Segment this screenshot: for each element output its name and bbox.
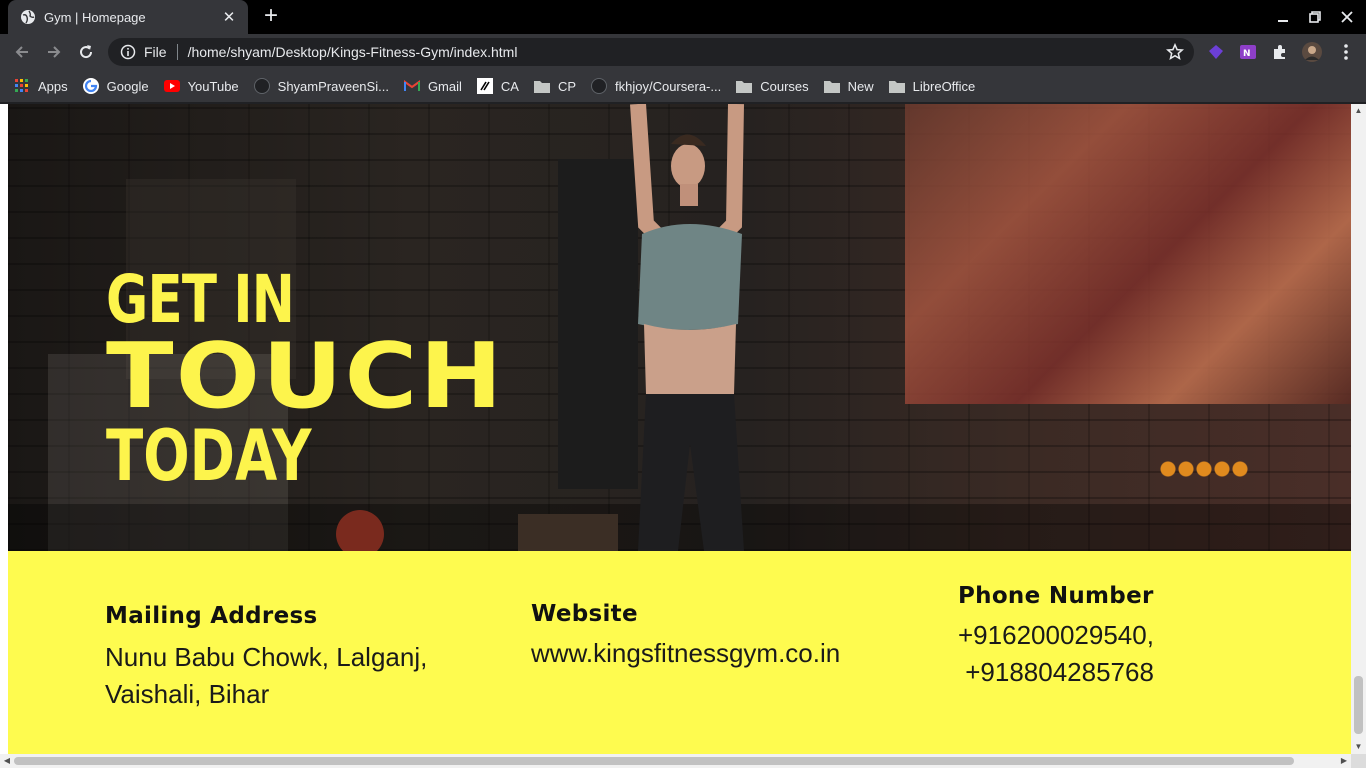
bookmark-label: Gmail — [427, 78, 462, 94]
bookmark-gmail[interactable]: Gmail — [403, 78, 462, 94]
website-link[interactable]: www.kingsfitnessgym.co.in — [531, 635, 840, 672]
hero-banner: GET IN TOUCH TODAY — [8, 104, 1351, 551]
browser-toolbar: File /home/shyam/Desktop/Kings-Fitness-G… — [0, 34, 1366, 70]
svg-text:N: N — [1243, 49, 1251, 59]
scroll-right-arrow-icon[interactable]: ▶ — [1337, 754, 1351, 768]
headline-line-3: TODAY — [106, 415, 312, 497]
horizontal-scroll-thumb[interactable] — [14, 757, 1294, 765]
bookmark-new[interactable]: New — [823, 78, 874, 94]
page-viewport: GET IN TOUCH TODAY Mailing Address Nunu … — [0, 104, 1351, 754]
bookmark-label: CP — [557, 78, 577, 94]
info-icon[interactable] — [120, 44, 136, 60]
onenote-icon[interactable]: N — [1238, 42, 1258, 62]
url-scheme-label: File — [144, 44, 167, 60]
bookmark-label: LibreOffice — [912, 78, 976, 94]
bookmark-courses[interactable]: Courses — [736, 78, 809, 94]
bookmark-ca[interactable]: CA — [476, 78, 519, 94]
kebab-menu-icon[interactable] — [1336, 42, 1356, 62]
forward-button[interactable] — [40, 38, 68, 66]
tab-gym-homepage[interactable]: Gym | Homepage ✕ — [8, 0, 248, 34]
bookmark-label: Courses — [760, 78, 809, 94]
bookmark-github-profile[interactable]: ShyamPraveenSi... — [253, 78, 389, 94]
bookmarks-bar: Apps Google YouTube ShyamPraveenSi... Gm… — [0, 70, 1366, 102]
website-block: Website www.kingsfitnessgym.co.in — [531, 601, 840, 672]
youtube-icon — [163, 78, 180, 94]
gmail-icon — [403, 78, 420, 94]
vertical-scroll-thumb[interactable] — [1354, 676, 1363, 734]
google-icon — [82, 78, 99, 94]
arrow-right-icon — [48, 46, 61, 58]
scroll-left-arrow-icon[interactable]: ◀ — [0, 754, 14, 768]
close-window-button[interactable] — [1331, 0, 1363, 34]
reload-button[interactable] — [72, 38, 100, 66]
hero-headline: GET IN TOUCH TODAY — [106, 264, 502, 497]
ca-icon — [476, 78, 493, 94]
new-tab-button[interactable]: + — [258, 4, 284, 30]
url-text[interactable]: /home/shyam/Desktop/Kings-Fitness-Gym/in… — [188, 44, 518, 60]
oranges-in-bowl — [1158, 459, 1248, 479]
restore-button[interactable] — [1299, 0, 1331, 34]
bookmark-apps[interactable]: Apps — [14, 78, 68, 94]
bookmark-label: Apps — [38, 78, 68, 94]
plyo-box — [518, 514, 618, 551]
contact-section: Mailing Address Nunu Babu Chowk, Lalganj… — [8, 551, 1351, 754]
bookmark-cp[interactable]: CP — [533, 78, 577, 94]
tab-title: Gym | Homepage — [44, 9, 146, 25]
scrollbar-corner — [1351, 754, 1366, 768]
vertical-scrollbar[interactable]: ▲ ▼ — [1351, 104, 1366, 754]
athlete-figure — [630, 104, 744, 551]
bookmark-label: fkhjoy/Coursera-... — [615, 78, 722, 94]
folder-icon — [533, 78, 550, 94]
bookmark-label: ShyamPraveenSi... — [277, 78, 389, 94]
bookmark-label: New — [847, 78, 874, 94]
headline-line-2: TOUCH — [106, 324, 505, 429]
puzzle-extensions-icon[interactable] — [1270, 42, 1290, 62]
mailing-address-line-2: Vaishali, Bihar — [105, 679, 270, 709]
arrow-left-icon — [15, 46, 28, 58]
medicine-ball — [336, 510, 384, 551]
horizontal-scrollbar[interactable]: ◀ ▶ — [0, 754, 1351, 768]
bookmark-label: CA — [500, 78, 519, 94]
address-bar[interactable]: File /home/shyam/Desktop/Kings-Fitness-G… — [108, 38, 1194, 66]
mailing-address-heading: Mailing Address — [105, 603, 318, 629]
poster-wall — [905, 104, 1351, 404]
bookmark-coursera[interactable]: fkhjoy/Coursera-... — [591, 78, 721, 94]
github-icon — [253, 78, 270, 94]
address-divider — [176, 44, 178, 60]
tab-close-icon[interactable]: ✕ — [220, 8, 238, 26]
mailing-address-block: Mailing Address Nunu Babu Chowk, Lalganj… — [105, 603, 427, 713]
phone-number-heading: Phone Number — [958, 583, 1154, 609]
phone-number-1[interactable]: +916200029540, — [958, 617, 1154, 654]
github-icon — [591, 78, 608, 94]
apps-grid-icon — [14, 78, 30, 94]
profile-avatar-icon[interactable] — [1302, 42, 1322, 62]
bookmark-libreoffice[interactable]: LibreOffice — [888, 78, 976, 94]
back-button[interactable] — [8, 38, 36, 66]
scroll-up-arrow-icon[interactable]: ▲ — [1351, 104, 1366, 118]
bookmark-star-icon[interactable] — [1165, 42, 1185, 61]
tab-strip: Gym | Homepage ✕ + — [0, 0, 1366, 34]
folder-icon — [736, 78, 753, 94]
bookmark-google[interactable]: Google — [82, 78, 149, 94]
reload-icon — [80, 45, 93, 59]
bookmark-youtube[interactable]: YouTube — [163, 78, 239, 94]
globe-icon — [20, 9, 36, 25]
folder-icon — [888, 78, 905, 94]
minimize-button[interactable] — [1267, 0, 1299, 34]
bookmark-label: YouTube — [187, 78, 239, 94]
extension-diamond-icon[interactable] — [1206, 42, 1226, 62]
scroll-down-arrow-icon[interactable]: ▼ — [1351, 740, 1366, 754]
website-heading: Website — [531, 601, 638, 627]
phone-number-block: Phone Number +916200029540, +91880428576… — [958, 583, 1154, 691]
folder-icon — [823, 78, 840, 94]
phone-number-2[interactable]: +918804285768 — [958, 654, 1154, 691]
bookmark-label: Google — [106, 78, 149, 94]
mailing-address-line-1: Nunu Babu Chowk, Lalganj, — [105, 642, 428, 672]
